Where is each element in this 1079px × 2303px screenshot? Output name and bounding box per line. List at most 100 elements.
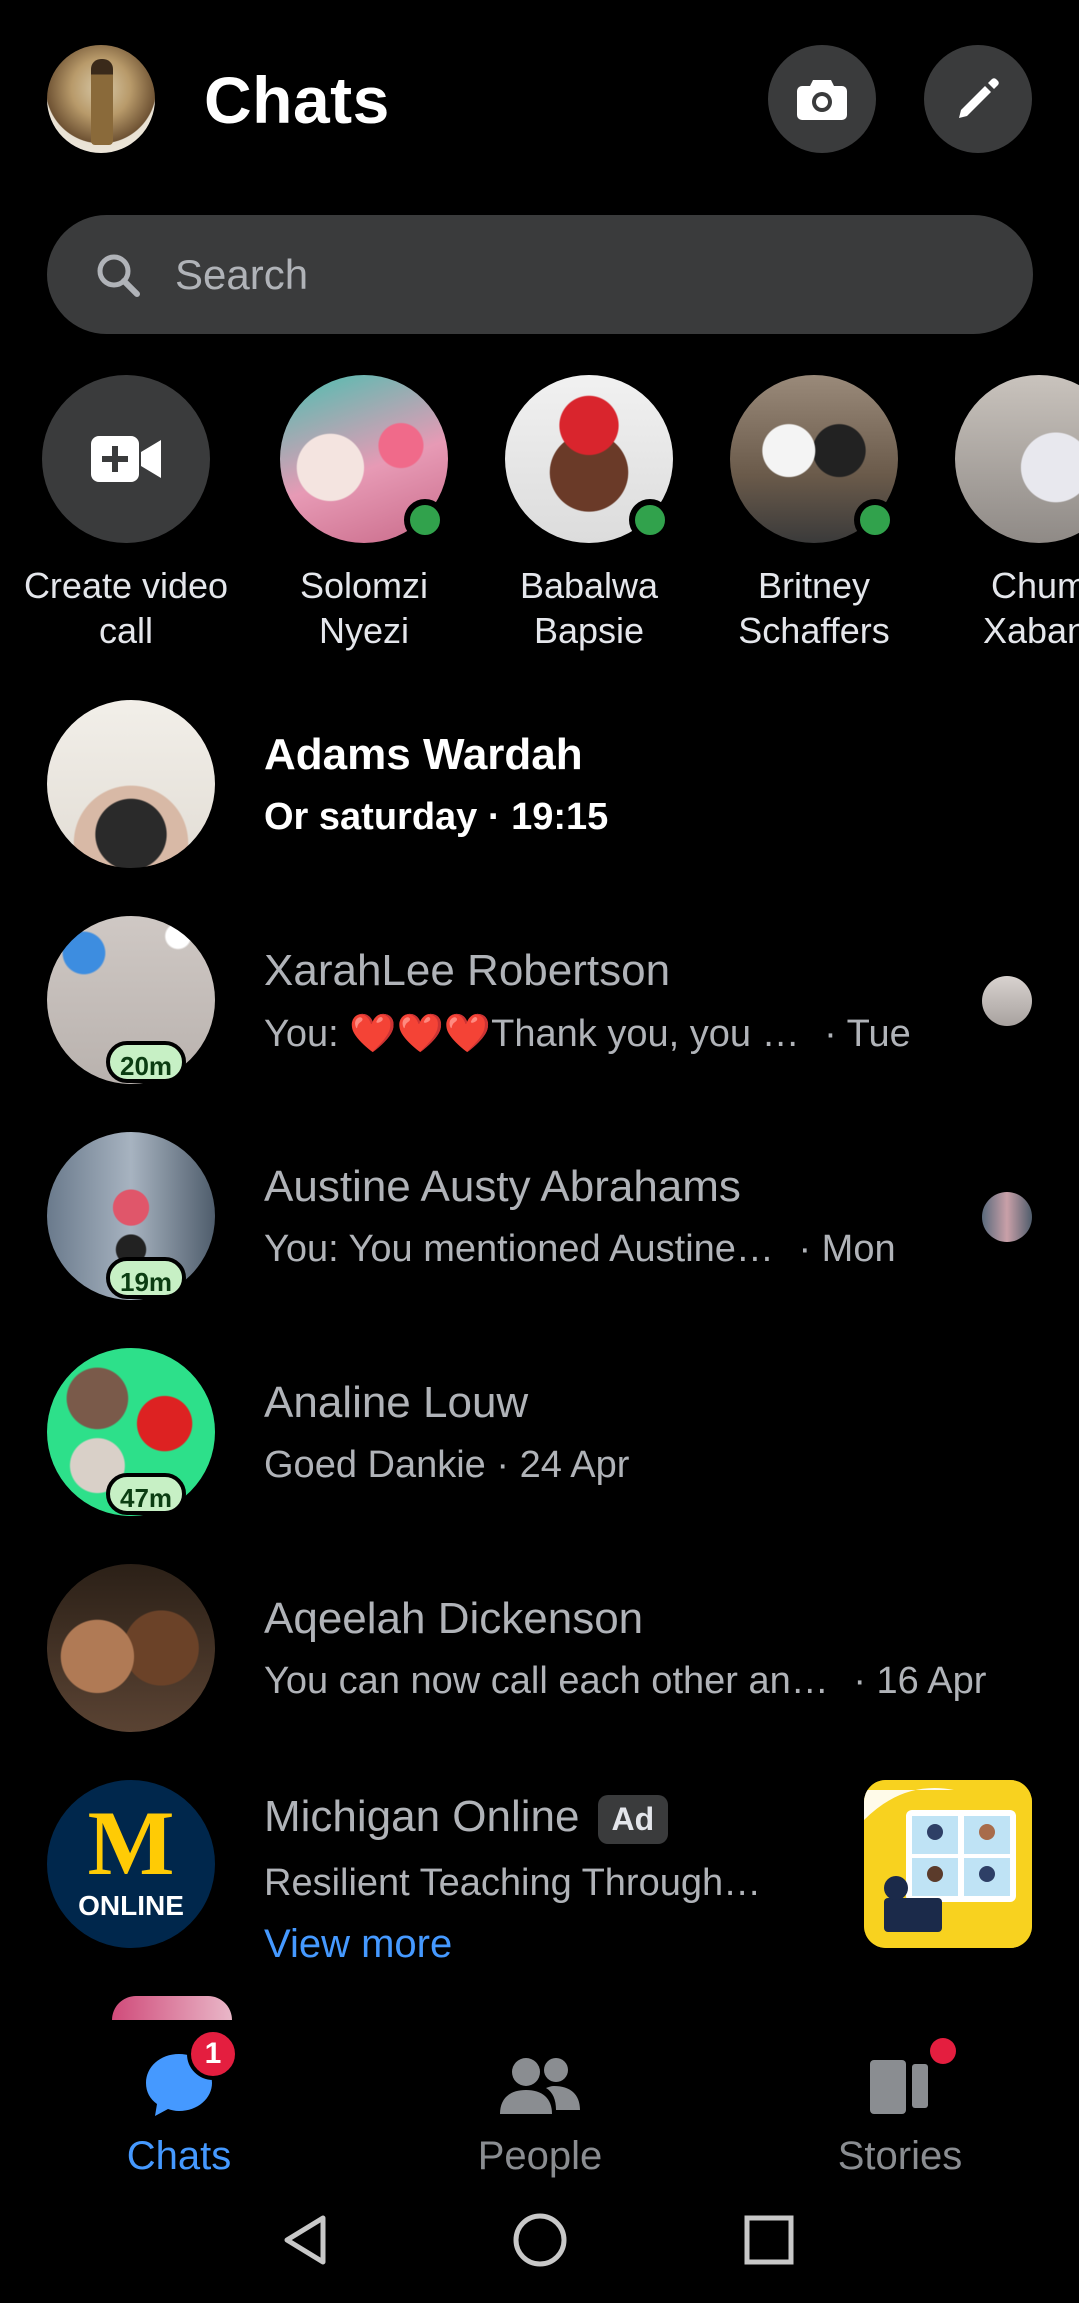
unread-count-badge: 1 bbox=[187, 2028, 239, 2080]
chat-row-michigan-online-ad[interactable]: M ONLINE Michigan Online Ad Resilient Tea… bbox=[0, 1780, 1079, 1996]
view-more-link[interactable]: View more bbox=[264, 1922, 452, 1967]
active-item-label: Solomzi Nyezi bbox=[259, 563, 469, 653]
online-indicator bbox=[404, 499, 446, 541]
bottom-navigation: 1 Chats People Stories bbox=[0, 2020, 1079, 2180]
partial-next-avatar bbox=[112, 1996, 232, 2020]
chat-preview: Or saturday · 19:15 bbox=[264, 796, 609, 838]
active-contacts-row: Create video call Solomzi Nyezi Babalwa … bbox=[0, 375, 1079, 655]
recents-icon[interactable] bbox=[739, 2210, 799, 2270]
chat-preview: Goed Dankie · 24 Apr bbox=[264, 1444, 630, 1486]
active-item-label: Chum Xabani bbox=[934, 563, 1079, 653]
search-placeholder: Search bbox=[175, 250, 309, 298]
avatar bbox=[280, 375, 448, 543]
online-indicator bbox=[854, 499, 896, 541]
chat-preview: You: ❤️❤️❤️Thank you, you … · Tue bbox=[264, 1012, 911, 1056]
create-video-call-item[interactable]: Create video call bbox=[21, 375, 231, 653]
ad-name: Michigan Online bbox=[264, 1792, 580, 1841]
label-line: call bbox=[98, 610, 154, 651]
tab-label: Chats bbox=[126, 2134, 232, 2178]
nav-icon-wrapper bbox=[860, 2038, 956, 2120]
active-time-badge: 47m bbox=[106, 1473, 187, 1515]
tab-people[interactable]: People bbox=[430, 2050, 650, 2179]
profile-photo-figure bbox=[91, 59, 113, 145]
search-input[interactable]: Search bbox=[47, 215, 1033, 334]
active-contact-chum[interactable]: Chum Xabani bbox=[934, 375, 1079, 653]
label-line: Chum bbox=[990, 565, 1079, 606]
chat-name: Analine Louw bbox=[264, 1378, 529, 1427]
camera-icon bbox=[797, 80, 847, 120]
video-conference-illustration bbox=[864, 1780, 1032, 1948]
label-line: Create video bbox=[23, 565, 229, 606]
page-title: Chats bbox=[204, 63, 390, 137]
chat-preview: You can now call each other an… · 16 Apr bbox=[264, 1660, 986, 1703]
tab-label: People bbox=[477, 2134, 603, 2178]
active-contact-britney[interactable]: Britney Schaffers bbox=[709, 375, 919, 653]
chat-name: Austine Austy Abrahams bbox=[264, 1162, 741, 1211]
chat-preview: Resilient Teaching Through… bbox=[264, 1862, 762, 1904]
chat-name: XarahLee Robertson bbox=[264, 946, 671, 995]
tab-stories[interactable]: Stories bbox=[790, 2038, 1010, 2179]
chat-row-analine-louw[interactable]: 47m Analine Louw Goed Dankie · 24 Apr bbox=[0, 1348, 1079, 1564]
chat-name: Adams Wardah bbox=[264, 730, 583, 779]
avatar bbox=[730, 375, 898, 543]
chat-name: Michigan Online Ad bbox=[264, 1792, 669, 1844]
stories-icon bbox=[870, 2060, 928, 2114]
label-line: Britney bbox=[757, 565, 871, 606]
label-line: Bapsie Kali… bbox=[533, 610, 645, 651]
preview-time: · Tue bbox=[824, 1013, 911, 1055]
active-contact-babalwa[interactable]: Babalwa Bapsie Kali… bbox=[484, 375, 694, 655]
chat-name: Aqeelah Dickenson bbox=[264, 1594, 644, 1643]
chat-row-austine-abrahams[interactable]: 19m Austine Austy Abrahams You: You ment… bbox=[0, 1132, 1079, 1348]
avatar bbox=[955, 375, 1079, 543]
preview-text: You can now call each other an… bbox=[264, 1660, 829, 1702]
preview-text: You: ❤️❤️❤️Thank you, you … bbox=[264, 1013, 800, 1055]
logo-letter: M bbox=[87, 1792, 175, 1894]
label-line: Xabani bbox=[982, 610, 1079, 651]
home-icon[interactable] bbox=[510, 2210, 570, 2270]
search-icon bbox=[97, 254, 140, 297]
label-line: Nyezi bbox=[318, 610, 410, 651]
tab-chats[interactable]: 1 Chats bbox=[69, 2028, 289, 2179]
back-icon[interactable] bbox=[277, 2210, 337, 2270]
system-navigation-bar bbox=[0, 2180, 1079, 2303]
active-time-badge: 19m bbox=[106, 1257, 187, 1299]
camera-button[interactable] bbox=[768, 45, 876, 153]
header: Chats bbox=[0, 0, 1079, 200]
avatar bbox=[505, 375, 673, 543]
active-item-label: Create video call bbox=[21, 563, 231, 653]
active-contact-solomzi[interactable]: Solomzi Nyezi bbox=[259, 375, 469, 653]
people-icon bbox=[500, 2058, 580, 2114]
preview-time: · Mon bbox=[798, 1228, 896, 1270]
chat-row-aqeelah-dickenson[interactable]: Aqeelah Dickenson You can now call each … bbox=[0, 1564, 1079, 1780]
nav-icon-wrapper: 1 bbox=[139, 2028, 239, 2120]
chat-row-adams-wardah[interactable]: Adams Wardah Or saturday · 19:15 bbox=[0, 700, 1079, 916]
active-item-label: Britney Schaffers bbox=[709, 563, 919, 653]
video-camera-plus-icon bbox=[91, 436, 161, 482]
label-line: Schaffers bbox=[738, 610, 890, 651]
chat-preview: You: You mentioned Austine… · Mon bbox=[264, 1228, 896, 1271]
chat-list: Adams Wardah Or saturday · 19:15 20m Xar… bbox=[0, 700, 1079, 2020]
compose-button[interactable] bbox=[924, 45, 1032, 153]
label-line: Babalwa bbox=[519, 565, 659, 606]
seen-indicator-avatar bbox=[982, 1192, 1032, 1242]
create-video-call-button[interactable] bbox=[42, 375, 210, 543]
avatar bbox=[47, 700, 215, 868]
nav-icon-wrapper bbox=[500, 2050, 580, 2120]
preview-text: You: You mentioned Austine… bbox=[264, 1228, 774, 1270]
tab-label: Stories bbox=[837, 2134, 963, 2178]
label-line: Solomzi bbox=[299, 565, 429, 606]
active-time-badge: 20m bbox=[106, 1041, 187, 1083]
ad-image[interactable] bbox=[864, 1780, 1032, 1948]
new-stories-dot bbox=[930, 2038, 956, 2064]
ad-badge: Ad bbox=[597, 1794, 669, 1844]
pencil-icon bbox=[959, 78, 999, 118]
michigan-online-logo: M ONLINE bbox=[47, 1780, 215, 1948]
profile-avatar[interactable] bbox=[47, 45, 155, 153]
online-indicator bbox=[629, 499, 671, 541]
chat-row-xarahlee-robertson[interactable]: 20m XarahLee Robertson You: ❤️❤️❤️Thank … bbox=[0, 916, 1079, 1132]
avatar bbox=[47, 1564, 215, 1732]
preview-time: · 16 Apr bbox=[853, 1660, 987, 1702]
active-item-label: Babalwa Bapsie Kali… bbox=[484, 563, 694, 655]
logo-text: ONLINE bbox=[78, 1890, 184, 1921]
seen-indicator-avatar bbox=[982, 976, 1032, 1026]
